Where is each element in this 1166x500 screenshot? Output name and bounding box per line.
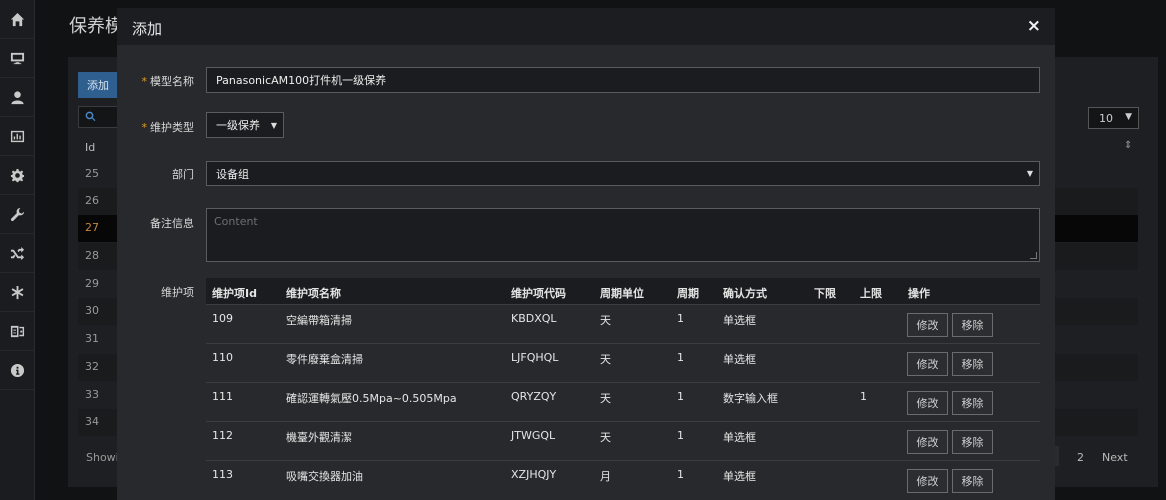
sidebar-item-settings[interactable] bbox=[0, 156, 34, 195]
sidebar-item-home[interactable] bbox=[0, 0, 34, 39]
sidebar-item-shuffle[interactable] bbox=[0, 234, 34, 273]
pagination-edge bbox=[1055, 446, 1059, 466]
remove-button[interactable]: 移除 bbox=[952, 469, 993, 493]
table-row: 111 確認運轉氣壓0.5Mpa~0.505Mpa QRYZQY 天 1 数字输… bbox=[206, 382, 1040, 421]
resize-handle[interactable] bbox=[1030, 252, 1037, 259]
model-name-label: * 模型名称 bbox=[141, 75, 195, 88]
monitor-icon bbox=[10, 52, 24, 64]
column-header: 操作 bbox=[908, 287, 930, 300]
table-row: 110 零件廢棄盒清掃 LJFQHQL 天 1 单选框 修改 移除 bbox=[206, 343, 1040, 382]
close-icon[interactable]: × bbox=[1027, 16, 1041, 36]
chevron-down-icon: ▼ bbox=[1026, 169, 1033, 178]
showing-info: Showi bbox=[86, 451, 119, 464]
shuffle-icon bbox=[10, 246, 24, 260]
remarks-textarea[interactable]: Content bbox=[206, 208, 1040, 262]
edit-button[interactable]: 修改 bbox=[907, 430, 948, 454]
search-icon bbox=[85, 111, 96, 122]
maintenance-type-label: * 维护类型 bbox=[141, 121, 195, 134]
maintenance-type-select[interactable]: 一级保养 ▼ bbox=[206, 112, 284, 138]
department-select[interactable]: 设备组 ▼ bbox=[206, 161, 1040, 186]
pagination-page-2[interactable]: 2 bbox=[1077, 451, 1084, 464]
maintenance-items-table: 维护项Id 维护项名称 维护项代码 周期单位 周期 确认方式 下限 上限 操作 … bbox=[206, 278, 1040, 499]
remove-button[interactable]: 移除 bbox=[952, 352, 993, 376]
column-header: 维护项代码 bbox=[511, 287, 566, 300]
wrench-icon bbox=[10, 207, 24, 221]
remove-button[interactable]: 移除 bbox=[952, 313, 993, 337]
column-header: 维护项名称 bbox=[286, 287, 341, 300]
info-icon bbox=[10, 363, 24, 377]
maintenance-items-label: 维护项 bbox=[161, 286, 194, 299]
column-header: 确认方式 bbox=[723, 287, 767, 300]
page-size-value: 10 bbox=[1099, 112, 1113, 125]
exchange-icon bbox=[10, 325, 24, 337]
background-add-button[interactable]: 添加 bbox=[78, 72, 118, 98]
page-size-select[interactable]: 10 ▼ bbox=[1088, 107, 1139, 129]
edit-button[interactable]: 修改 bbox=[907, 469, 948, 493]
home-icon bbox=[10, 12, 24, 26]
sidebar-item-wrench[interactable] bbox=[0, 195, 34, 234]
edit-button[interactable]: 修改 bbox=[907, 313, 948, 337]
model-name-input[interactable]: PanasonicAM100打件机一级保养 bbox=[206, 67, 1040, 93]
table-row: 113 吸嘴交換器加油 XZJHQJY 月 1 单选框 修改 移除 bbox=[206, 460, 1040, 499]
modal-title: 添加 bbox=[132, 20, 163, 38]
sidebar-item-chart[interactable] bbox=[0, 117, 34, 156]
sidebar-item-asterisk[interactable] bbox=[0, 273, 34, 312]
sidebar-item-monitor[interactable] bbox=[0, 39, 34, 78]
remove-button[interactable]: 移除 bbox=[952, 391, 993, 415]
table-row: 109 空編帶箱清掃 KBDXQL 天 1 单选框 修改 移除 bbox=[206, 304, 1040, 343]
page-title: 保养模 bbox=[69, 16, 123, 37]
remarks-label: 备注信息 bbox=[150, 217, 194, 230]
column-header: 维护项Id bbox=[212, 287, 257, 300]
sidebar-item-info[interactable] bbox=[0, 351, 34, 390]
background-search-input[interactable] bbox=[78, 106, 118, 128]
edit-button[interactable]: 修改 bbox=[907, 352, 948, 376]
modal-header: 添加 × bbox=[117, 8, 1055, 45]
sort-icon[interactable]: ⇕ bbox=[1124, 140, 1132, 151]
table-row: 112 機臺外觀清潔 JTWGQL 天 1 单选框 修改 移除 bbox=[206, 421, 1040, 460]
sidebar-item-exchange[interactable] bbox=[0, 312, 34, 351]
icon-sidebar bbox=[0, 0, 35, 500]
chevron-down-icon: ▼ bbox=[270, 120, 277, 130]
table-header: 维护项Id 维护项名称 维护项代码 周期单位 周期 确认方式 下限 上限 操作 bbox=[206, 278, 1040, 304]
asterisk-icon bbox=[11, 285, 23, 299]
column-header: 下限 bbox=[814, 287, 836, 300]
gear-icon bbox=[10, 168, 24, 182]
add-modal: 添加 × * 模型名称 PanasonicAM100打件机一级保养 * 维护类型 一… bbox=[117, 8, 1055, 500]
department-label: 部门 bbox=[172, 168, 194, 181]
column-header: 周期单位 bbox=[600, 287, 644, 300]
sidebar-item-user[interactable] bbox=[0, 78, 34, 117]
column-header: 上限 bbox=[860, 287, 882, 300]
pagination-next[interactable]: Next bbox=[1102, 451, 1128, 464]
user-icon bbox=[10, 90, 24, 104]
background-id-header: Id bbox=[85, 141, 96, 154]
column-header: 周期 bbox=[677, 287, 699, 300]
remove-button[interactable]: 移除 bbox=[952, 430, 993, 454]
edit-button[interactable]: 修改 bbox=[907, 391, 948, 415]
chevron-down-icon: ▼ bbox=[1125, 112, 1132, 122]
chart-icon bbox=[10, 130, 24, 142]
